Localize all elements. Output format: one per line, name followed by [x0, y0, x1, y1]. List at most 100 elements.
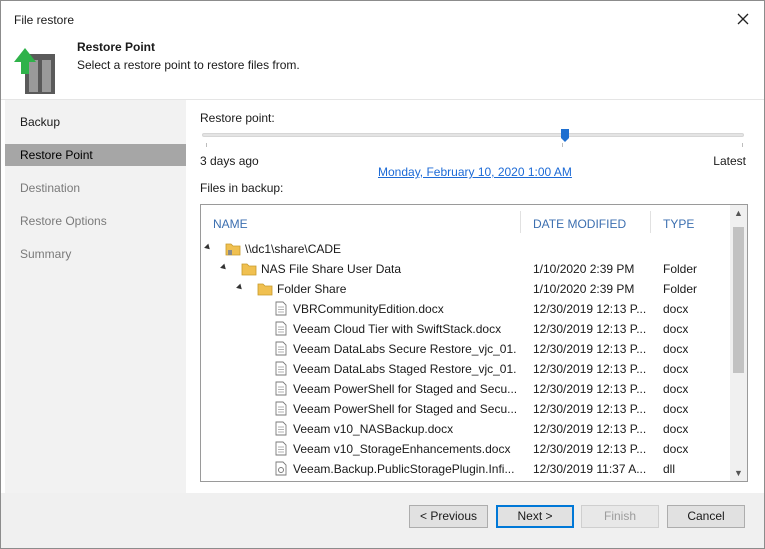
restore-point-slider-track[interactable] [202, 133, 744, 137]
folder-icon [257, 283, 273, 296]
document-icon [275, 421, 287, 436]
close-icon[interactable] [732, 8, 754, 30]
vertical-scrollbar[interactable]: ▲ ▼ [730, 205, 747, 481]
folder-icon [241, 263, 257, 276]
wizard-header: Restore Point Select a restore point to … [1, 37, 764, 99]
scroll-down-icon[interactable]: ▼ [730, 465, 747, 481]
slider-tick [562, 143, 563, 147]
file-name: Veeam v10_StorageEnhancements.docx [293, 442, 511, 456]
restore-point-label: Restore point: [200, 111, 275, 125]
scroll-up-icon[interactable]: ▲ [730, 205, 747, 221]
page-subtitle: Select a restore point to restore files … [77, 58, 300, 72]
document-icon [275, 381, 287, 396]
selected-restore-point-link[interactable]: Monday, February 10, 2020 1:00 AM [378, 165, 572, 179]
file-name: Veeam v10_NASBackup.docx [293, 422, 454, 436]
expand-toggle-icon[interactable] [204, 243, 212, 252]
file-type: docx [663, 422, 689, 436]
table-row[interactable]: Veeam PowerShell for Staged and Secu... 1… [201, 399, 731, 419]
scrollbar-thumb[interactable] [733, 227, 744, 373]
previous-button[interactable]: < Previous [409, 505, 488, 528]
file-type: docx [663, 402, 689, 416]
column-header-date[interactable]: DATE MODIFIED [533, 217, 626, 231]
file-date-modified: 1/10/2020 2:39 PM [533, 262, 635, 276]
wizard-footer: < Previous Next > Finish Cancel [1, 493, 764, 548]
document-icon [275, 341, 287, 356]
sidebar-item-restore-point[interactable]: Restore Point [5, 144, 186, 166]
file-type: docx [663, 382, 689, 396]
slider-tick [742, 143, 743, 147]
title-bar: File restore [1, 1, 764, 37]
file-name: Veeam Cloud Tier with SwiftStack.docx [293, 322, 502, 336]
column-divider [520, 211, 521, 233]
file-type: docx [663, 302, 689, 316]
dll-file-icon [275, 461, 287, 476]
file-date-modified: 12/30/2019 12:13 P... [533, 322, 647, 336]
table-row[interactable]: \\dc1\share\CADE [201, 239, 731, 259]
restore-point-icon [14, 48, 55, 94]
file-name: Veeam.Backup.PublicStoragePlugin.Infi... [293, 462, 515, 476]
column-header-type[interactable]: TYPE [663, 217, 694, 231]
sidebar-item-restore-options[interactable]: Restore Options [5, 210, 186, 232]
file-name: Veeam DataLabs Secure Restore_vjc_01... [293, 342, 517, 356]
document-icon [275, 361, 287, 376]
file-date-modified: 12/30/2019 12:13 P... [533, 362, 647, 376]
table-row[interactable]: Veeam v10_StorageEnhancements.docx 12/30/… [201, 439, 731, 459]
expand-toggle-icon[interactable] [236, 283, 244, 292]
column-divider [650, 211, 651, 233]
document-icon [275, 321, 287, 336]
document-icon [275, 441, 287, 456]
table-row[interactable]: Veeam.Backup.PublicStoragePlugin.Infi...… [201, 459, 731, 479]
file-date-modified: 12/30/2019 12:13 P... [533, 402, 647, 416]
sidebar-item-destination[interactable]: Destination [5, 177, 186, 199]
table-row[interactable]: Veeam DataLabs Secure Restore_vjc_01... 1… [201, 339, 731, 359]
file-restore-window: File restore Restore Point Select a rest… [0, 0, 765, 549]
files-tree-table[interactable]: NAME DATE MODIFIED TYPE \\dc1\share\CADE… [200, 204, 748, 482]
column-header-name[interactable]: NAME [213, 217, 248, 231]
window-title: File restore [14, 13, 75, 27]
document-icon [275, 301, 287, 316]
table-row[interactable]: Folder Share 1/10/2020 2:39 PM Folder [201, 279, 731, 299]
main-panel: Restore point: 3 days ago Latest Monday,… [186, 100, 764, 493]
slider-tick [206, 143, 207, 147]
file-type: docx [663, 322, 689, 336]
table-row[interactable]: Veeam v10_NASBackup.docx 12/30/2019 12:13… [201, 419, 731, 439]
cancel-button[interactable]: Cancel [667, 505, 745, 528]
table-row[interactable]: Veeam DataLabs Staged Restore_vjc_01... 1… [201, 359, 731, 379]
file-date-modified: 12/30/2019 12:13 P... [533, 342, 647, 356]
network-share-icon [225, 243, 241, 256]
sidebar-item-summary[interactable]: Summary [5, 243, 186, 265]
file-name: NAS File Share User Data [261, 262, 402, 276]
file-date-modified: 12/30/2019 12:13 P... [533, 302, 647, 316]
file-name: Veeam DataLabs Staged Restore_vjc_01... [293, 362, 517, 376]
file-name: \\dc1\share\CADE [245, 242, 342, 256]
document-icon [275, 401, 287, 416]
file-date-modified: 12/30/2019 12:13 P... [533, 442, 647, 456]
table-row[interactable]: VBRCommunityEdition.docx 12/30/2019 12:13… [201, 299, 731, 319]
slider-end-label: Latest [713, 154, 746, 168]
restore-point-slider-thumb[interactable] [561, 129, 570, 142]
file-name: VBRCommunityEdition.docx [293, 302, 444, 316]
slider-start-label: 3 days ago [200, 154, 259, 168]
file-date-modified: 12/30/2019 12:13 P... [533, 422, 647, 436]
file-name: Folder Share [277, 282, 347, 296]
file-name: Veeam PowerShell for Staged and Secu... [293, 382, 517, 396]
page-title: Restore Point [77, 40, 156, 54]
file-date-modified: 12/30/2019 11:37 A... [533, 462, 647, 476]
file-date-modified: 1/10/2020 2:39 PM [533, 282, 635, 296]
sidebar-item-backup[interactable]: Backup [5, 111, 186, 133]
file-date-modified: 12/30/2019 12:13 P... [533, 382, 647, 396]
wizard-steps-sidebar: Backup Restore Point Destination Restore… [5, 100, 186, 493]
table-row[interactable]: Veeam Cloud Tier with SwiftStack.docx 12/… [201, 319, 731, 339]
file-type: docx [663, 342, 689, 356]
expand-toggle-icon[interactable] [220, 263, 228, 272]
table-row[interactable]: Veeam PowerShell for Staged and Secu... 1… [201, 379, 731, 399]
file-name: Veeam PowerShell for Staged and Secu... [293, 402, 517, 416]
file-type: Folder [663, 282, 698, 296]
file-type: Folder [663, 262, 698, 276]
next-button[interactable]: Next > [496, 505, 574, 528]
files-in-backup-label: Files in backup: [200, 181, 284, 195]
file-type: docx [663, 362, 689, 376]
finish-button[interactable]: Finish [581, 505, 659, 528]
file-type: dll [663, 462, 676, 476]
table-row[interactable]: NAS File Share User Data 1/10/2020 2:39 P… [201, 259, 731, 279]
